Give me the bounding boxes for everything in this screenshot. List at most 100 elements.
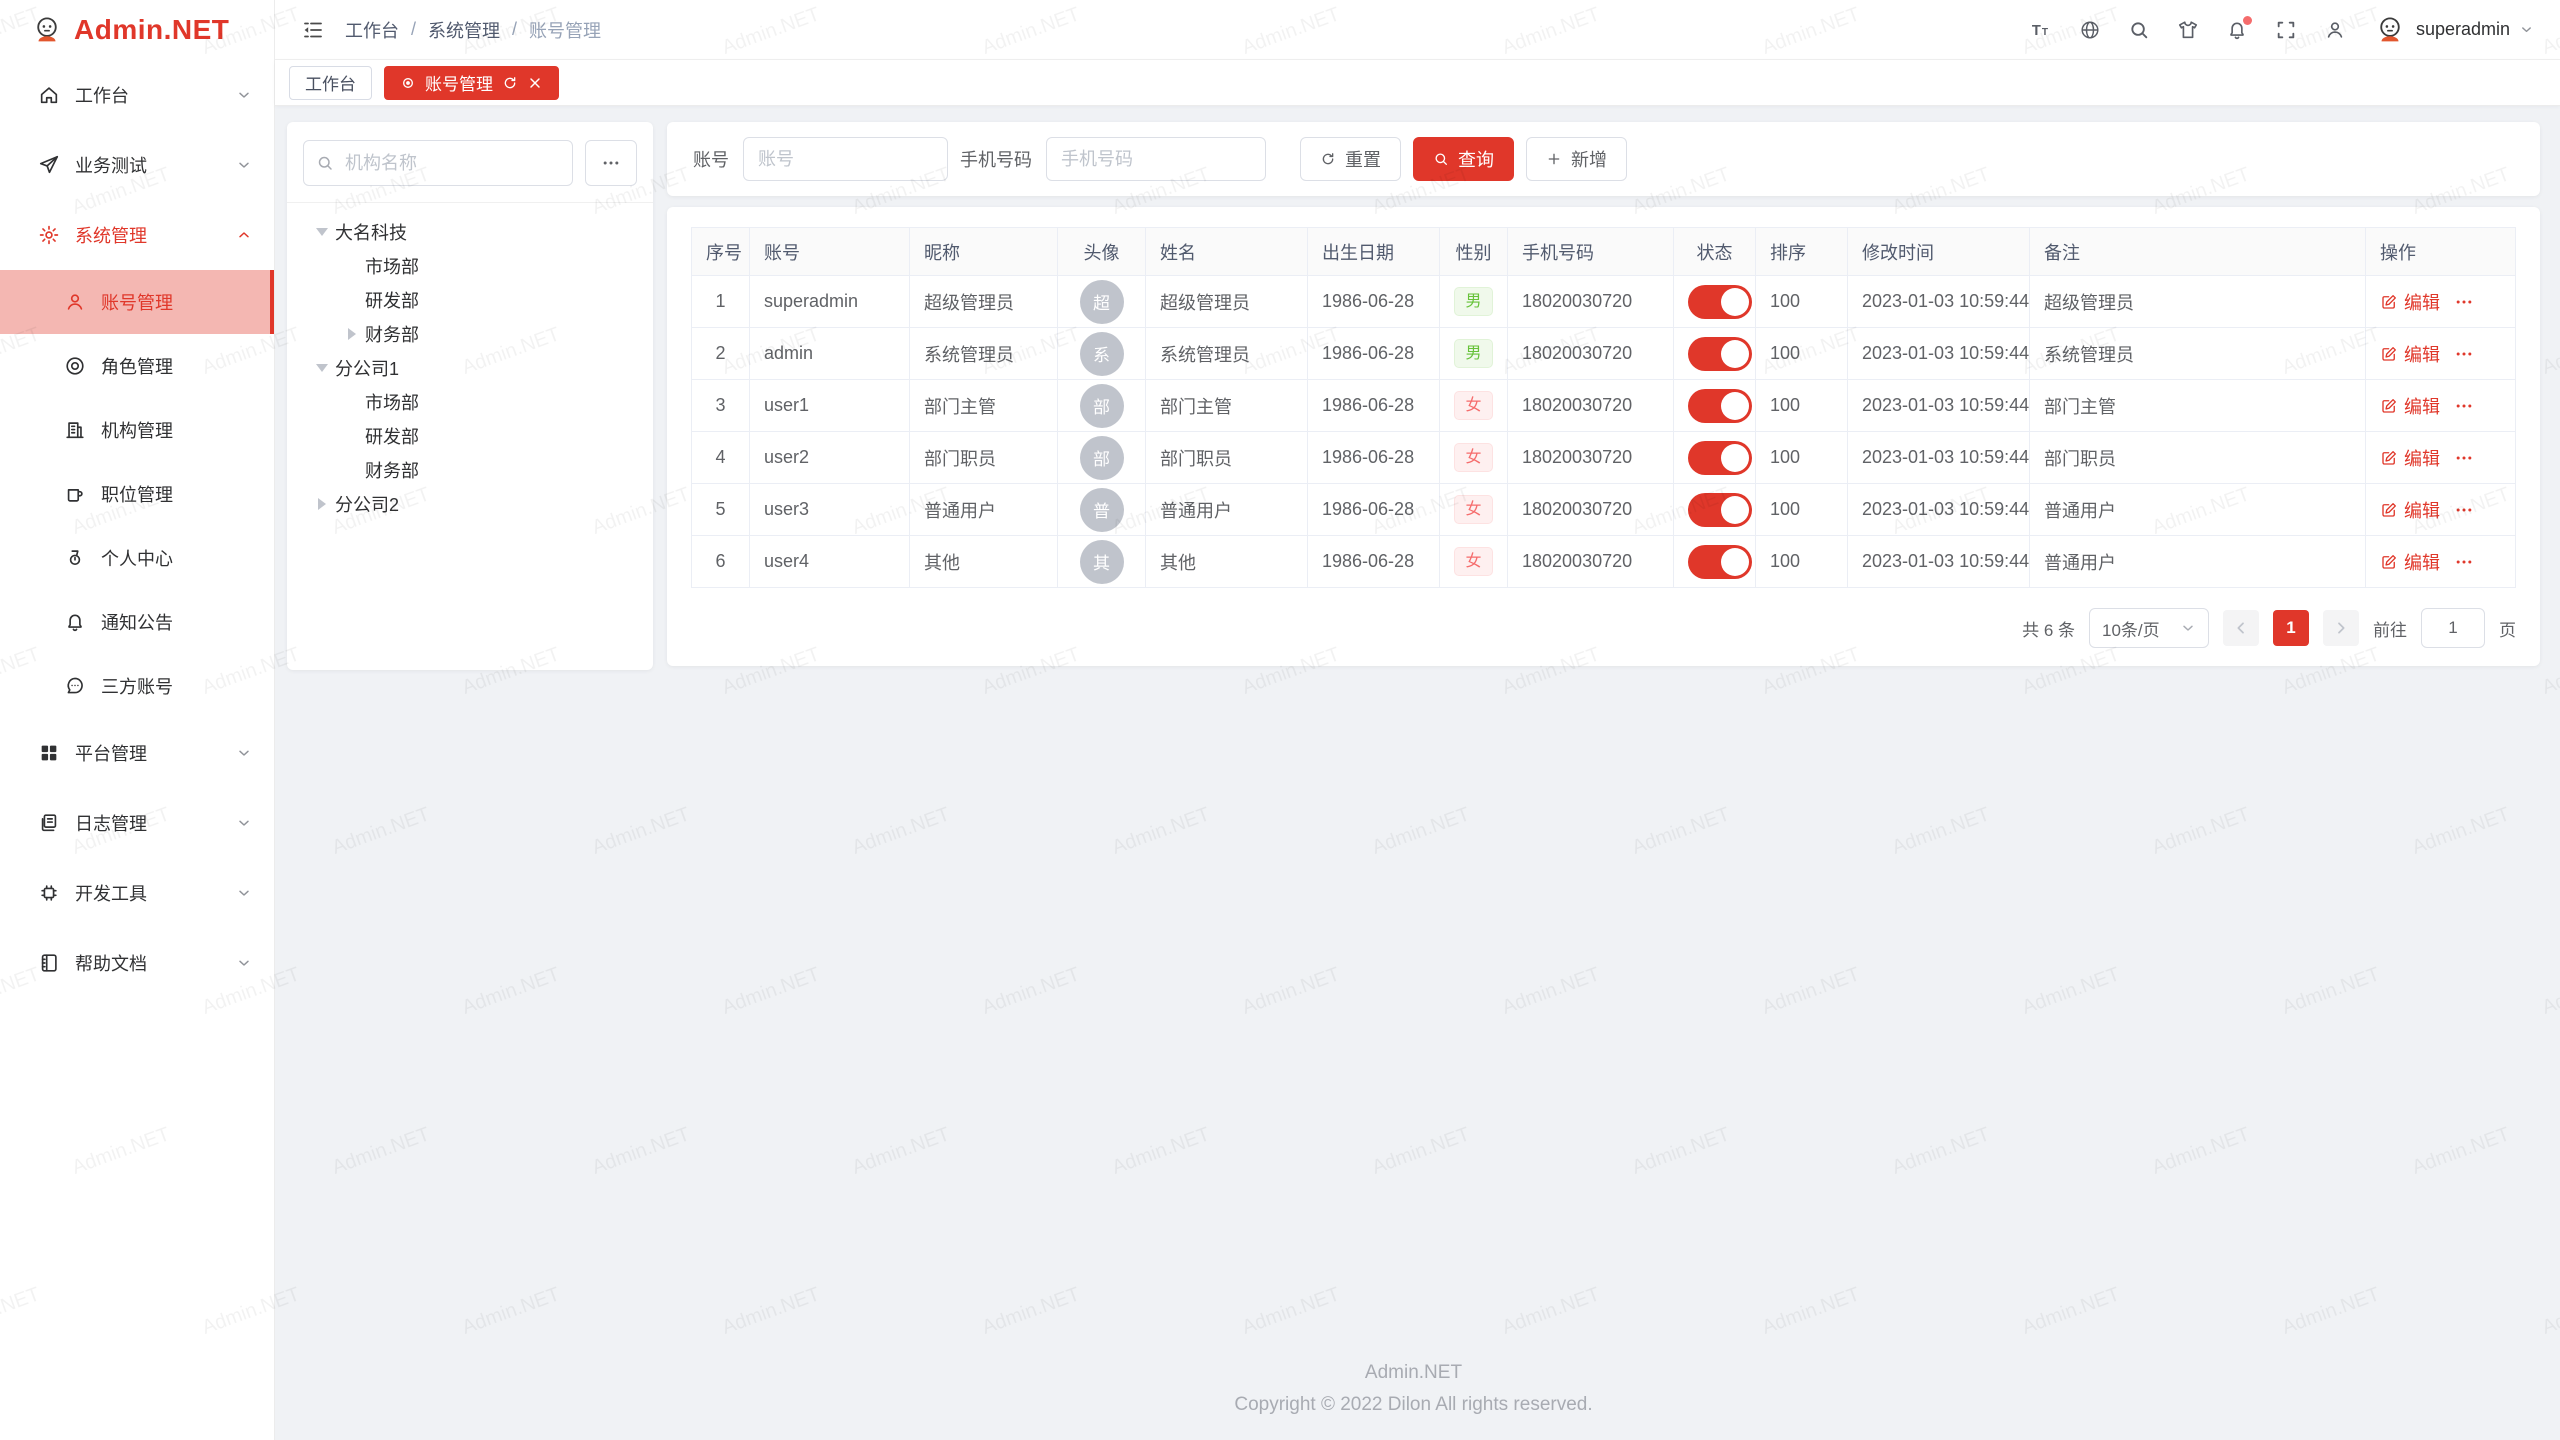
grid-icon <box>38 742 60 764</box>
caret-closed-icon[interactable] <box>309 498 335 510</box>
more-actions-button[interactable] <box>2454 500 2474 520</box>
status-toggle[interactable] <box>1688 285 1752 319</box>
table-row: 1superadmin超级管理员超超级管理员1986-06-28男1802003… <box>692 276 2516 328</box>
org-search-input[interactable] <box>343 152 560 175</box>
language-icon[interactable] <box>2079 19 2101 41</box>
cell-modified-time: 2023-01-03 10:59:44 <box>1848 536 2030 588</box>
font-size-icon[interactable]: TT <box>2030 19 2052 41</box>
chevron-down-icon <box>236 745 252 761</box>
more-actions-button[interactable] <box>2454 396 2474 416</box>
logo[interactable]: Admin.NET <box>0 0 274 60</box>
tab-workbench[interactable]: 工作台 <box>289 66 372 100</box>
cell-account: user3 <box>750 484 910 536</box>
sidebar-item-org-mgmt[interactable]: 机构管理 <box>0 398 274 462</box>
reset-button[interactable]: 重置 <box>1300 137 1401 181</box>
edit-button[interactable]: 编辑 <box>2380 393 2440 419</box>
tree-node[interactable]: 财务部 <box>303 453 637 487</box>
sidebar-item-platform-mgmt[interactable]: 平台管理 <box>0 718 274 788</box>
search-icon[interactable] <box>2128 19 2150 41</box>
theme-icon[interactable] <box>2177 19 2199 41</box>
account-input[interactable] <box>743 137 948 181</box>
more-actions-button[interactable] <box>2454 292 2474 312</box>
sidebar-item-workbench[interactable]: 工作台 <box>0 60 274 130</box>
phone-label: 手机号码 <box>960 146 1032 172</box>
accounts-table-panel: 序号账号昵称头像姓名出生日期性别手机号码状态排序修改时间备注操作 1supera… <box>667 207 2540 666</box>
cell-sort: 100 <box>1756 380 1848 432</box>
sidebar-item-notice[interactable]: 通知公告 <box>0 590 274 654</box>
phone-input[interactable] <box>1046 137 1266 181</box>
page-size-select[interactable]: 10条/页 <box>2089 608 2209 648</box>
cell-phone: 18020030720 <box>1508 432 1674 484</box>
tree-node[interactable]: 市场部 <box>303 249 637 283</box>
sidebar-item-business-test[interactable]: 业务测试 <box>0 130 274 200</box>
column-header: 状态 <box>1674 228 1756 276</box>
refresh-tab-icon[interactable] <box>502 75 518 91</box>
add-button[interactable]: 新增 <box>1526 137 1627 181</box>
edit-button[interactable]: 编辑 <box>2380 289 2440 315</box>
sidebar-item-account-mgmt[interactable]: 账号管理 <box>0 270 274 334</box>
goto-page-input[interactable] <box>2421 608 2485 648</box>
tree-node[interactable]: 研发部 <box>303 283 637 317</box>
status-toggle[interactable] <box>1688 337 1752 371</box>
main-column: 工作台/系统管理/账号管理 TTsuperadmin 工作台账号管理 大名科技市… <box>275 0 2560 1440</box>
tree-more-button[interactable] <box>585 140 637 186</box>
sidebar-item-role-mgmt[interactable]: 角色管理 <box>0 334 274 398</box>
sidebar-item-third-account[interactable]: 三方账号 <box>0 654 274 718</box>
profile-icon[interactable] <box>2324 19 2346 41</box>
status-toggle[interactable] <box>1688 493 1752 527</box>
caret-open-icon[interactable] <box>309 228 335 236</box>
user-menu[interactable]: superadmin <box>2373 13 2534 47</box>
edit-button[interactable]: 编辑 <box>2380 549 2440 575</box>
sidebar-item-label: 三方账号 <box>101 673 173 699</box>
edit-button[interactable]: 编辑 <box>2380 497 2440 523</box>
breadcrumb-item[interactable]: 系统管理 <box>428 17 500 43</box>
cell-gender: 女 <box>1440 432 1508 484</box>
footer-copyright: Copyright © 2022 Dilon All rights reserv… <box>287 1389 2540 1420</box>
search-button[interactable]: 查询 <box>1413 137 1514 181</box>
fullscreen-icon[interactable] <box>2275 19 2297 41</box>
cell-actions: 编辑 <box>2366 380 2516 432</box>
tab-account-mgmt[interactable]: 账号管理 <box>384 66 559 100</box>
breadcrumb-item[interactable]: 工作台 <box>345 17 399 43</box>
caret-open-icon[interactable] <box>309 364 335 372</box>
prev-page-button[interactable] <box>2223 610 2259 646</box>
caret-closed-icon[interactable] <box>339 328 365 340</box>
status-toggle[interactable] <box>1688 441 1752 475</box>
more-actions-button[interactable] <box>2454 448 2474 468</box>
tree-node[interactable]: 大名科技 <box>303 215 637 249</box>
tree-node[interactable]: 分公司2 <box>303 487 637 521</box>
tree-node[interactable]: 市场部 <box>303 385 637 419</box>
gender-tag: 女 <box>1454 495 1492 524</box>
notification-icon[interactable] <box>2226 19 2248 41</box>
cell-nickname: 部门职员 <box>910 432 1058 484</box>
page-number-1[interactable]: 1 <box>2273 610 2309 646</box>
edit-label: 编辑 <box>2404 445 2440 471</box>
more-actions-button[interactable] <box>2454 344 2474 364</box>
tree-node-label: 研发部 <box>365 287 419 313</box>
sidebar-item-dev-tools[interactable]: 开发工具 <box>0 858 274 928</box>
tree-node[interactable]: 财务部 <box>303 317 637 351</box>
sidebar-item-user-center[interactable]: 个人中心 <box>0 526 274 590</box>
org-search-box[interactable] <box>303 140 573 186</box>
status-toggle[interactable] <box>1688 389 1752 423</box>
cell-status <box>1674 432 1756 484</box>
table-row: 3user1部门主管部部门主管1986-06-28女18020030720100… <box>692 380 2516 432</box>
edit-button[interactable]: 编辑 <box>2380 341 2440 367</box>
tree-node[interactable]: 研发部 <box>303 419 637 453</box>
edit-button[interactable]: 编辑 <box>2380 445 2440 471</box>
collapse-sidebar-icon[interactable] <box>301 18 325 42</box>
status-toggle[interactable] <box>1688 545 1752 579</box>
sidebar-item-system-mgmt[interactable]: 系统管理 <box>0 200 274 270</box>
next-page-button[interactable] <box>2323 610 2359 646</box>
more-actions-button[interactable] <box>2454 552 2474 572</box>
tree-node[interactable]: 分公司1 <box>303 351 637 385</box>
docs-icon <box>38 952 60 974</box>
sidebar-item-position-mgmt[interactable]: 职位管理 <box>0 462 274 526</box>
cell-sort: 100 <box>1756 328 1848 380</box>
sidebar-item-help-docs[interactable]: 帮助文档 <box>0 928 274 998</box>
cell-nickname: 普通用户 <box>910 484 1058 536</box>
send-icon <box>38 154 60 176</box>
sidebar-item-log-mgmt[interactable]: 日志管理 <box>0 788 274 858</box>
cell-modified-time: 2023-01-03 10:59:44 <box>1848 328 2030 380</box>
close-tab-icon[interactable] <box>527 75 543 91</box>
